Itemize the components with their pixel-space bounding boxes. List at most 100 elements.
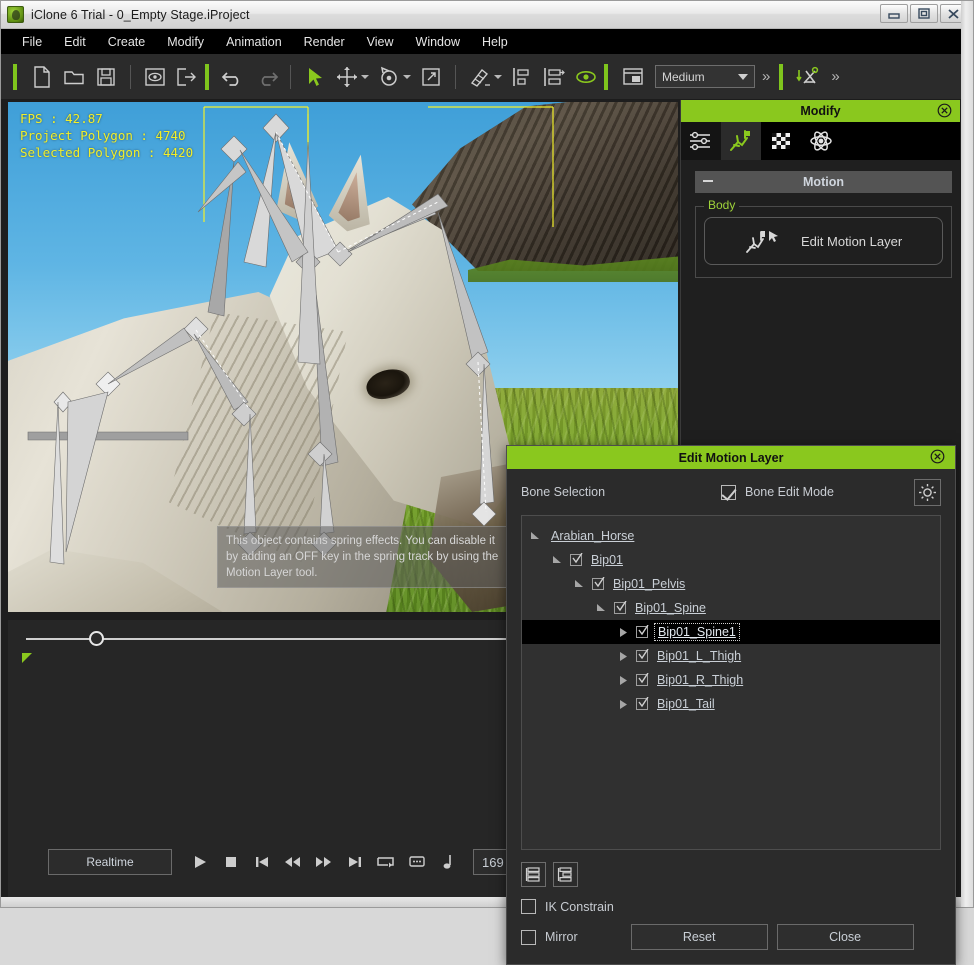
main-toolbar: Medium » » <box>1 54 973 100</box>
triangle-collapsed-icon[interactable] <box>616 675 630 686</box>
align-edit-caret-icon[interactable] <box>494 75 502 79</box>
ik-constrain-checkbox[interactable] <box>521 899 536 914</box>
tree-item[interactable]: Bip01_Spine1 <box>522 620 940 644</box>
body-group: Body Edit Motion Layer <box>695 206 952 278</box>
minimize-icon[interactable] <box>880 4 908 23</box>
align-right-icon[interactable] <box>538 61 570 93</box>
reset-button[interactable]: Reset <box>631 924 768 950</box>
tree-item[interactable]: Bip01_Tail <box>522 692 940 716</box>
triangle-expanded-icon[interactable] <box>528 531 542 542</box>
skip-to-start-icon[interactable] <box>246 849 277 875</box>
menu-modify[interactable]: Modify <box>156 32 215 52</box>
triangle-collapsed-icon[interactable] <box>616 699 630 710</box>
tree-item-checkbox[interactable] <box>636 650 648 662</box>
menu-animation[interactable]: Animation <box>215 32 293 52</box>
render-quality-select[interactable]: Medium <box>655 65 755 88</box>
save-disk-icon[interactable] <box>90 61 122 93</box>
close-circle-icon[interactable] <box>937 103 952 121</box>
open-folder-icon[interactable] <box>58 61 90 93</box>
dialog-title: Edit Motion Layer <box>679 451 784 465</box>
motion-section-header[interactable]: Motion <box>695 171 952 193</box>
menu-file[interactable]: File <box>11 32 53 52</box>
tree-item[interactable]: Bip01 <box>522 548 940 572</box>
restore-icon[interactable] <box>910 4 938 23</box>
visibility-eye-icon[interactable] <box>570 61 602 93</box>
expand-all-icon[interactable] <box>521 862 546 887</box>
realtime-button[interactable]: Realtime <box>48 849 172 875</box>
render-quality-value: Medium <box>662 70 705 84</box>
bone-edit-mode-checkbox[interactable] <box>721 485 736 500</box>
triangle-expanded-icon[interactable] <box>550 555 564 566</box>
motion-layer-icon <box>745 226 779 256</box>
move-tool-icon[interactable] <box>331 61 363 93</box>
render-export-icon[interactable] <box>792 61 824 93</box>
body-group-legend: Body <box>704 198 739 212</box>
gear-sun-icon[interactable] <box>914 479 941 506</box>
menu-edit[interactable]: Edit <box>53 32 97 52</box>
rewind-icon[interactable] <box>277 849 308 875</box>
undo-arrow-icon[interactable] <box>218 61 250 93</box>
rotate-tool-caret-icon[interactable] <box>403 75 411 79</box>
timeline-playhead-knob[interactable] <box>89 631 104 646</box>
align-edit-icon[interactable] <box>464 61 496 93</box>
edit-motion-layer-button[interactable]: Edit Motion Layer <box>704 217 943 265</box>
export-icon[interactable] <box>171 61 203 93</box>
dialog-title-bar[interactable]: Edit Motion Layer <box>507 446 955 469</box>
align-bottom-icon[interactable] <box>506 61 538 93</box>
tab-physics[interactable] <box>801 122 841 160</box>
tree-item-checkbox[interactable] <box>636 626 648 638</box>
mirror-checkbox[interactable] <box>521 930 536 945</box>
tree-item-checkbox[interactable] <box>636 674 648 686</box>
loop-icon[interactable] <box>370 849 401 875</box>
move-tool-caret-icon[interactable] <box>361 75 369 79</box>
triangle-collapsed-icon[interactable] <box>616 627 630 638</box>
tree-item-label: Bip01_L_Thigh <box>654 648 744 664</box>
rotate-tool-icon[interactable] <box>373 61 405 93</box>
triangle-expanded-icon[interactable] <box>572 579 586 590</box>
new-document-icon[interactable] <box>26 61 58 93</box>
minus-icon[interactable] <box>703 180 713 182</box>
select-cursor-icon[interactable] <box>299 61 331 93</box>
preview-eye-box-icon[interactable] <box>139 61 171 93</box>
bone-tree[interactable]: Arabian_HorseBip01Bip01_PelvisBip01_Spin… <box>521 515 941 850</box>
toolbar-overflow-1[interactable]: » <box>755 68 777 85</box>
toolbar-accent-bar-4 <box>779 64 783 90</box>
menu-view[interactable]: View <box>356 32 405 52</box>
tree-item-checkbox[interactable] <box>636 698 648 710</box>
toolbar-accent-bar-1 <box>13 64 17 90</box>
triangle-collapsed-icon[interactable] <box>616 651 630 662</box>
tab-motion[interactable] <box>721 122 761 160</box>
tree-item[interactable]: Arabian_Horse <box>522 524 940 548</box>
menu-create[interactable]: Create <box>97 32 157 52</box>
collapse-all-icon[interactable] <box>553 862 578 887</box>
menu-render[interactable]: Render <box>293 32 356 52</box>
note-icon[interactable] <box>432 849 463 875</box>
close-button[interactable]: Close <box>777 924 914 950</box>
menu-window[interactable]: Window <box>405 32 471 52</box>
tree-item[interactable]: Bip01_L_Thigh <box>522 644 940 668</box>
layout-window-icon[interactable] <box>617 61 649 93</box>
scale-tool-icon[interactable] <box>415 61 447 93</box>
tree-item[interactable]: Bip01_Pelvis <box>522 572 940 596</box>
comment-icon[interactable] <box>401 849 432 875</box>
ik-constrain-row: IK Constrain <box>507 887 955 914</box>
tree-item-checkbox[interactable] <box>570 554 582 566</box>
menu-help[interactable]: Help <box>471 32 519 52</box>
window-right-edge <box>961 1 973 907</box>
tree-item[interactable]: Bip01_R_Thigh <box>522 668 940 692</box>
mirror-label: Mirror <box>545 930 578 944</box>
stop-icon[interactable] <box>215 849 246 875</box>
tab-material[interactable] <box>761 122 801 160</box>
redo-arrow-icon[interactable] <box>250 61 282 93</box>
play-icon[interactable] <box>184 849 215 875</box>
tree-item-checkbox[interactable] <box>614 602 626 614</box>
close-circle-icon[interactable] <box>930 449 945 467</box>
fast-forward-icon[interactable] <box>308 849 339 875</box>
tree-item-checkbox[interactable] <box>592 578 604 590</box>
tab-attribute[interactable] <box>681 122 721 160</box>
timeline-range-marker[interactable] <box>22 653 32 663</box>
triangle-expanded-icon[interactable] <box>594 603 608 614</box>
tree-item[interactable]: Bip01_Spine <box>522 596 940 620</box>
skip-to-end-icon[interactable] <box>339 849 370 875</box>
toolbar-overflow-2[interactable]: » <box>824 68 846 85</box>
